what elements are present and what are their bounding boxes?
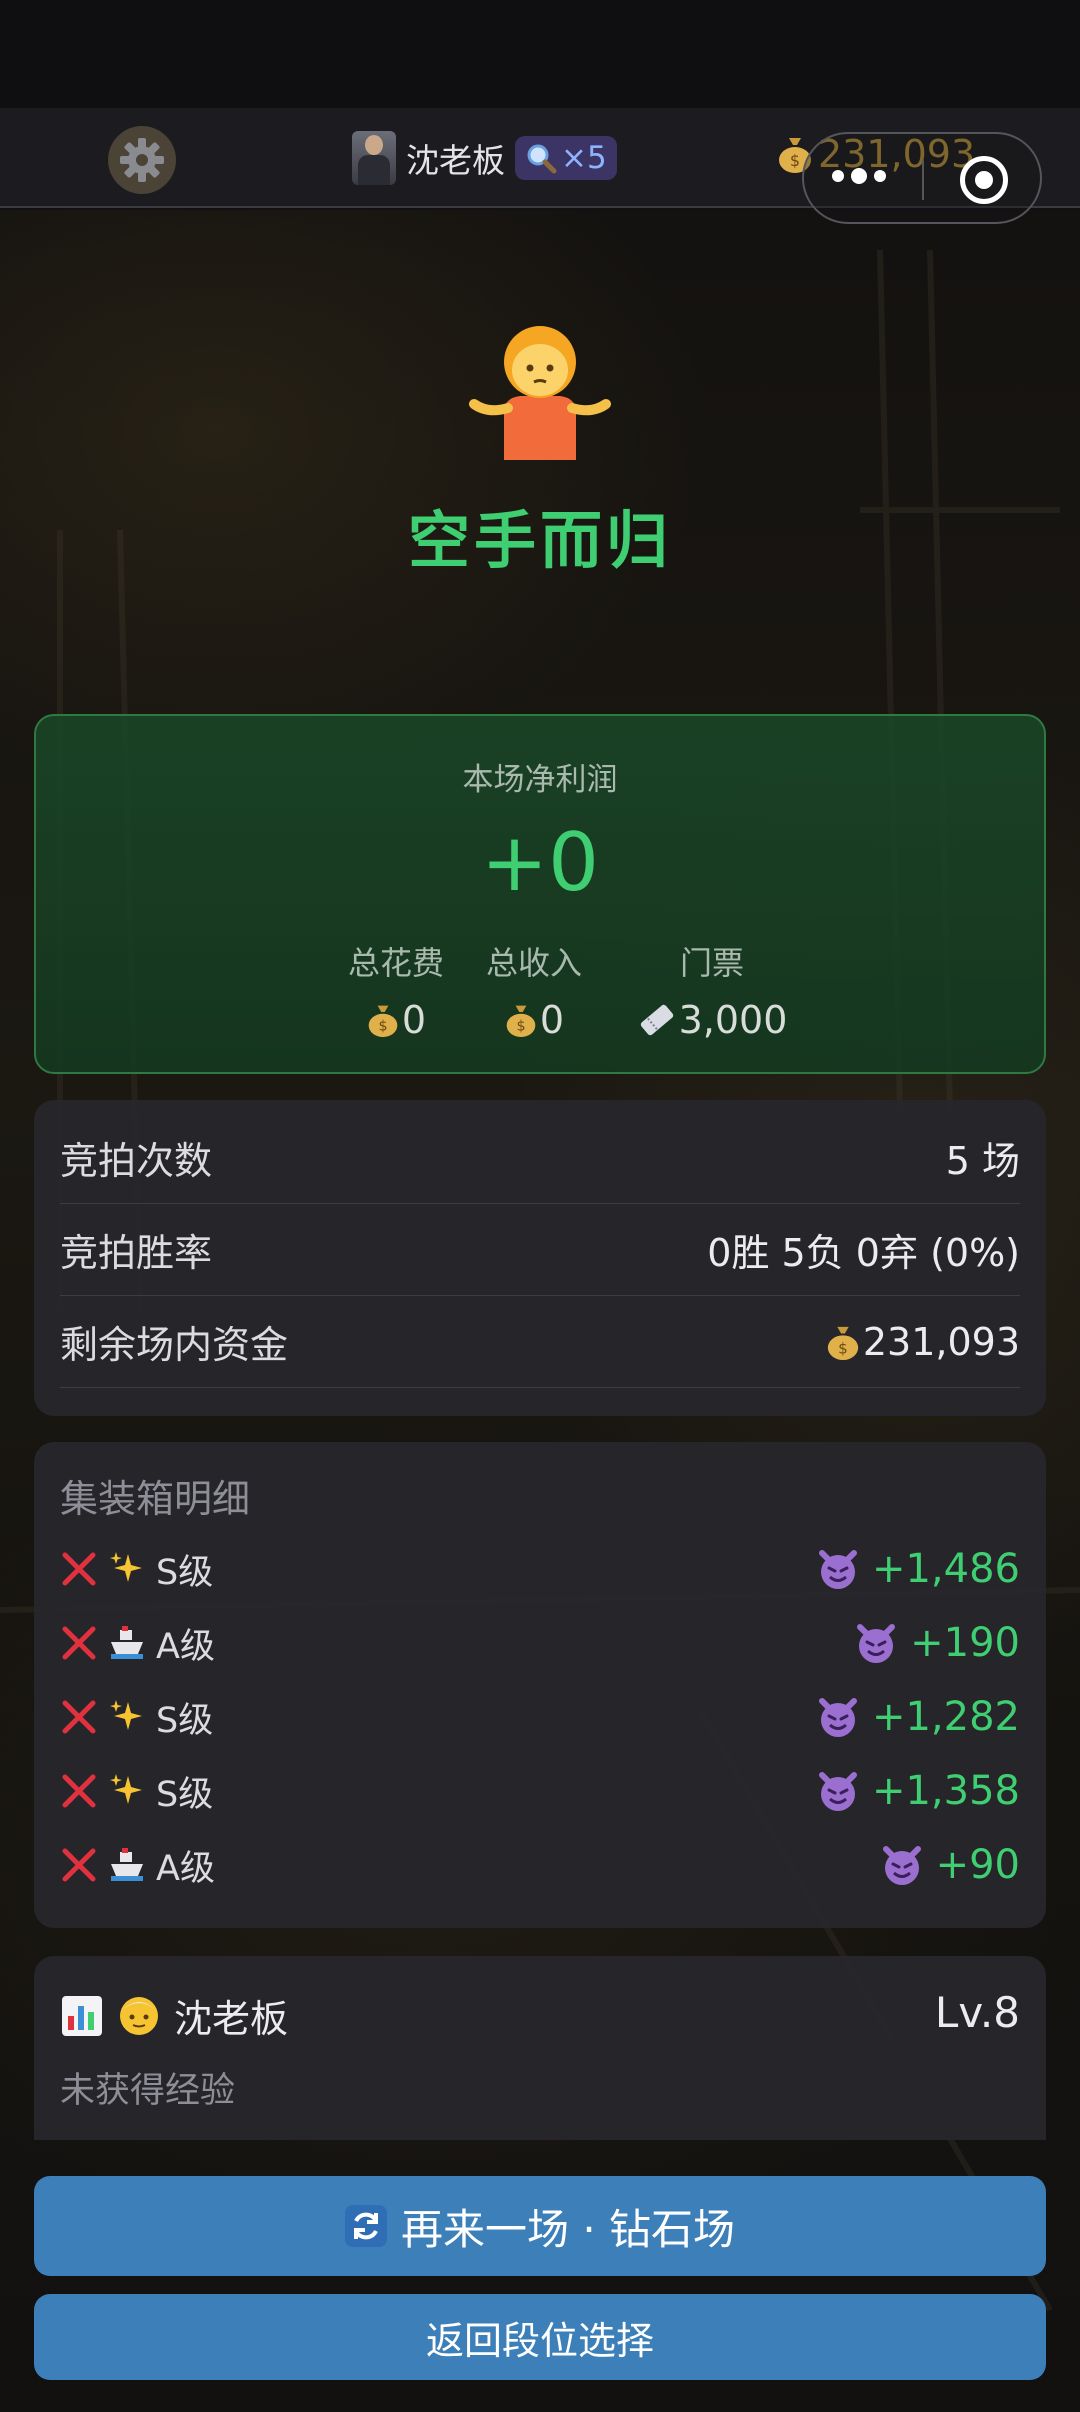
container-amount: +190 xyxy=(910,1620,1020,1666)
container-row: S级 +1,486 xyxy=(60,1532,1020,1606)
cross-icon xyxy=(62,1848,96,1882)
container-row: S级 +1,282 xyxy=(60,1680,1020,1754)
total-spent: 总花费 $ 0 xyxy=(326,938,466,1042)
stat-row-winrate: 竞拍胜率 0胜 5负 0弃 (0%) xyxy=(60,1204,1020,1296)
player-card-name: 沈老板 xyxy=(174,1997,289,2041)
bar-chart-icon xyxy=(62,1995,102,2036)
container-row: S级 +1,358 xyxy=(60,1754,1020,1828)
player-card: 沈老板 Lv.8 未获得经验 xyxy=(34,1956,1046,2140)
ticket-label: 门票 xyxy=(679,944,744,982)
container-grade: A级 xyxy=(156,1848,215,1889)
container-grade: S级 xyxy=(156,1774,214,1815)
container-amount: +1,358 xyxy=(871,1768,1020,1814)
svg-text:$: $ xyxy=(516,1019,525,1035)
sparkles-icon xyxy=(110,1700,142,1730)
sparkles-icon xyxy=(110,1552,142,1582)
svg-text:$: $ xyxy=(378,1019,387,1035)
money-bag-icon: $ xyxy=(368,1005,398,1037)
gear-icon xyxy=(120,138,164,182)
container-grade: S级 xyxy=(156,1700,214,1741)
status-bar xyxy=(0,0,1080,108)
container-grade: S级 xyxy=(156,1552,214,1593)
boost-badge: ×5 xyxy=(515,136,617,180)
ticket-value: 3,000 xyxy=(678,998,788,1042)
refresh-icon xyxy=(344,2205,387,2247)
play-again-button[interactable]: 再来一场 · 钻石场 xyxy=(34,2176,1046,2276)
play-again-label: 再来一场 · 钻石场 xyxy=(400,2204,736,2254)
svg-text:$: $ xyxy=(838,1339,848,1357)
container-grade: A级 xyxy=(156,1626,215,1667)
container-row: A级 +90 xyxy=(60,1828,1020,1902)
total-spent-label: 总花费 xyxy=(347,944,444,982)
stat-label: 竞拍次数 xyxy=(60,1139,213,1183)
boost-count: ×5 xyxy=(561,140,607,176)
container-row: A级 +190 xyxy=(60,1606,1020,1680)
stat-label: 剩余场内资金 xyxy=(60,1323,289,1367)
more-menu-button[interactable] xyxy=(832,168,886,184)
result-title: 空手而归 xyxy=(407,504,672,577)
stat-value: 5 场 xyxy=(945,1139,1020,1183)
cross-icon xyxy=(62,1626,96,1660)
stat-value: 0胜 5负 0弃 (0%) xyxy=(707,1231,1020,1275)
magnifier-icon xyxy=(527,144,557,174)
stat-row-auctions: 竞拍次数 5 场 xyxy=(60,1112,1020,1204)
top-nav: 沈老板 ×5 $ 231,093 xyxy=(0,108,1080,224)
devil-icon xyxy=(857,1624,896,1663)
ship-icon xyxy=(111,1848,143,1881)
profit-label: 本场净利润 xyxy=(462,762,618,798)
ticket-cost: 门票 3,000 xyxy=(592,938,832,1042)
miniprogram-capsule xyxy=(802,132,1042,224)
total-income-label: 总收入 xyxy=(485,944,582,982)
close-miniprogram-button[interactable] xyxy=(960,156,1008,204)
total-income-value: 0 xyxy=(539,998,565,1042)
settings-button[interactable] xyxy=(108,126,176,194)
sparkles-icon xyxy=(110,1774,142,1804)
money-bag-icon: $ xyxy=(506,1005,536,1037)
profit-value: +0 xyxy=(481,816,599,909)
section-title: 集装箱明细 xyxy=(60,1477,251,1521)
remaining-funds-value: 231,093 xyxy=(862,1319,1020,1364)
ticket-icon xyxy=(640,1004,673,1036)
player-info[interactable]: 沈老板 ×5 xyxy=(352,130,617,186)
old-person-icon xyxy=(120,1996,158,2035)
stat-row-remaining-funds: 剩余场内资金 $ 231,093 xyxy=(60,1296,1020,1388)
container-amount: +90 xyxy=(935,1842,1020,1888)
avatar xyxy=(352,131,396,185)
stat-label: 竞拍胜率 xyxy=(60,1231,213,1275)
ship-icon xyxy=(111,1626,143,1659)
money-bag-icon: $ xyxy=(827,1326,859,1360)
back-to-rank-button[interactable]: 返回段位选择 xyxy=(34,2294,1046,2380)
devil-icon xyxy=(818,1772,857,1811)
stat-value-funds: $ 231,093 xyxy=(825,1320,1020,1364)
devil-icon xyxy=(882,1846,921,1885)
cross-icon xyxy=(62,1552,96,1586)
containers-card: 集装箱明细 S级 +1,486 A级 +190 S级 +1,282 S级 +1,… xyxy=(34,1442,1046,1928)
container-amount: +1,282 xyxy=(871,1694,1020,1740)
back-to-rank-label: 返回段位选择 xyxy=(425,2318,654,2363)
cross-icon xyxy=(62,1700,96,1734)
exp-status: 未获得经验 xyxy=(60,2071,236,2111)
stats-card: 竞拍次数 5 场 竞拍胜率 0胜 5负 0弃 (0%) 剩余场内资金 $ 231… xyxy=(34,1100,1046,1416)
total-income: 总收入 $ 0 xyxy=(464,938,604,1042)
profit-card: 本场净利润 +0 总花费 $ 0 总收入 $ 0 门票 3,000 xyxy=(34,714,1046,1074)
devil-icon xyxy=(818,1698,857,1737)
shrug-icon xyxy=(469,326,611,460)
container-amount: +1,486 xyxy=(871,1546,1020,1592)
player-name: 沈老板 xyxy=(406,141,505,180)
svg-text:$: $ xyxy=(790,151,800,170)
player-level: Lv.8 xyxy=(934,1988,1020,2037)
cross-icon xyxy=(62,1774,96,1808)
devil-icon xyxy=(818,1550,857,1589)
total-spent-value: 0 xyxy=(401,998,427,1042)
